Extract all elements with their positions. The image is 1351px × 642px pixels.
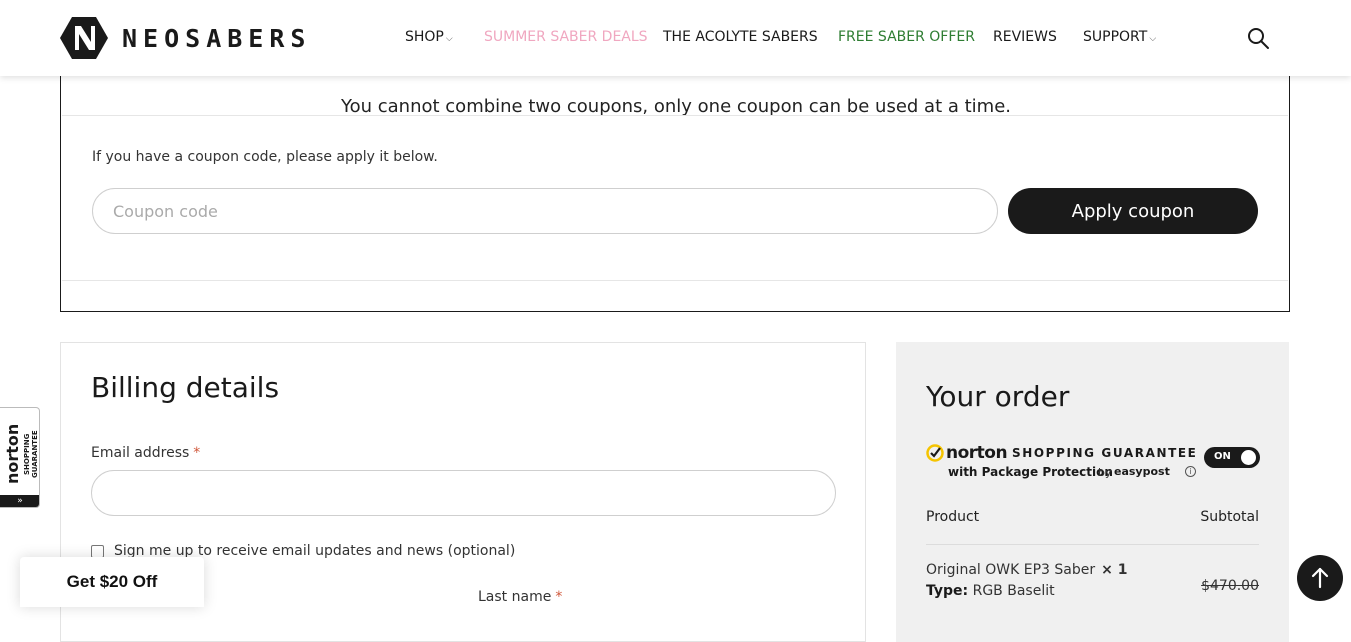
norton-side-badge[interactable]: norton SHOPPING GUARANTEE » bbox=[0, 407, 40, 508]
item-name-text: Original OWK EP3 Saber bbox=[926, 562, 1096, 578]
promo-tab[interactable]: Get $20 Off bbox=[20, 557, 204, 607]
chevron-down-icon: ⌵ bbox=[445, 34, 453, 44]
coupon-notice: You cannot combine two coupons, only one… bbox=[341, 96, 1011, 117]
email-label-text: Email address bbox=[91, 445, 190, 461]
site-logo[interactable]: NEOSABERS bbox=[60, 17, 311, 59]
norton-guarantee-text: SHOPPING GUARANTEE bbox=[1012, 446, 1198, 460]
nav-reviews-label: REVIEWS bbox=[993, 29, 1057, 45]
coupon-form: If you have a coupon code, please apply … bbox=[62, 115, 1288, 281]
back-to-top-button[interactable] bbox=[1297, 555, 1343, 601]
nav-free-saber-offer[interactable]: FREE SABER OFFER bbox=[838, 29, 975, 45]
package-protection-text: with Package Protection bbox=[948, 465, 1113, 479]
norton-by-text: by bbox=[1098, 466, 1112, 479]
arrow-up-icon bbox=[1311, 567, 1329, 589]
order-title: Your order bbox=[926, 380, 1070, 413]
last-name-label: Last name * bbox=[478, 589, 562, 605]
email-field[interactable] bbox=[91, 470, 836, 516]
info-icon[interactable]: i bbox=[1185, 466, 1196, 477]
coupon-prompt: If you have a coupon code, please apply … bbox=[92, 149, 438, 165]
neosabers-logo-icon bbox=[60, 17, 108, 59]
side-badge-brand: norton bbox=[3, 423, 22, 485]
apply-coupon-button[interactable]: Apply coupon bbox=[1008, 188, 1258, 234]
search-icon[interactable] bbox=[1246, 26, 1270, 50]
norton-brand: norton bbox=[946, 443, 1008, 463]
toggle-label: ON bbox=[1214, 451, 1231, 462]
nav-acolyte-sabers[interactable]: THE ACOLYTE SABERS bbox=[663, 29, 818, 45]
column-product: Product bbox=[926, 509, 980, 525]
newsletter-checkbox[interactable] bbox=[91, 544, 104, 558]
item-original-price: $470.00 bbox=[1201, 578, 1259, 594]
nav-support-label: SUPPORT bbox=[1083, 29, 1148, 45]
required-mark: * bbox=[555, 589, 563, 605]
nav-shop-label: SHOP bbox=[405, 29, 444, 45]
item-type-value: RGB Baselit bbox=[972, 583, 1055, 599]
package-protection-toggle[interactable]: ON bbox=[1204, 447, 1260, 468]
item-quantity: × 1 bbox=[1101, 562, 1128, 578]
required-mark: * bbox=[193, 445, 201, 461]
order-divider bbox=[926, 544, 1259, 545]
norton-check-icon bbox=[926, 444, 944, 462]
nav-summer-deals-label: SUMMER SABER DEALS bbox=[484, 29, 648, 45]
expand-arrows-icon: » bbox=[0, 495, 39, 507]
site-header: NEOSABERS SHOP ⌵ SUMMER SABER DEALS THE A… bbox=[0, 0, 1351, 76]
chevron-down-icon: ⌵ bbox=[1149, 34, 1157, 44]
side-badge-text: SHOPPING GUARANTEE bbox=[23, 430, 39, 478]
nav-free-offer-label: FREE SABER OFFER bbox=[838, 29, 975, 45]
last-name-label-text: Last name bbox=[478, 589, 552, 605]
order-item-type: Type: RGB Baselit bbox=[926, 583, 1055, 599]
order-summary: Your order norton SHOPPING GUARANTEE wit… bbox=[896, 342, 1289, 642]
toggle-knob bbox=[1241, 450, 1256, 465]
easypost-logo: easypost bbox=[1114, 465, 1170, 478]
item-type-label: Type: bbox=[926, 583, 969, 599]
billing-title: Billing details bbox=[91, 371, 280, 404]
coupon-section: You cannot combine two coupons, only one… bbox=[60, 40, 1290, 312]
nav-reviews[interactable]: REVIEWS bbox=[993, 29, 1057, 45]
nav-shop[interactable]: SHOP ⌵ bbox=[405, 29, 453, 45]
norton-package-protection: norton SHOPPING GUARANTEE with Package P… bbox=[926, 443, 1266, 483]
email-label: Email address * bbox=[91, 445, 200, 461]
nav-support[interactable]: SUPPORT ⌵ bbox=[1083, 29, 1156, 45]
coupon-code-input[interactable] bbox=[92, 188, 998, 234]
nav-summer-saber-deals[interactable]: SUMMER SABER DEALS bbox=[484, 29, 648, 45]
nav-acolyte-label: THE ACOLYTE SABERS bbox=[663, 29, 818, 45]
logo-text: NEOSABERS bbox=[122, 23, 312, 53]
order-item-name: Original OWK EP3 Saber × 1 bbox=[926, 562, 1127, 578]
column-subtotal: Subtotal bbox=[1200, 509, 1259, 525]
